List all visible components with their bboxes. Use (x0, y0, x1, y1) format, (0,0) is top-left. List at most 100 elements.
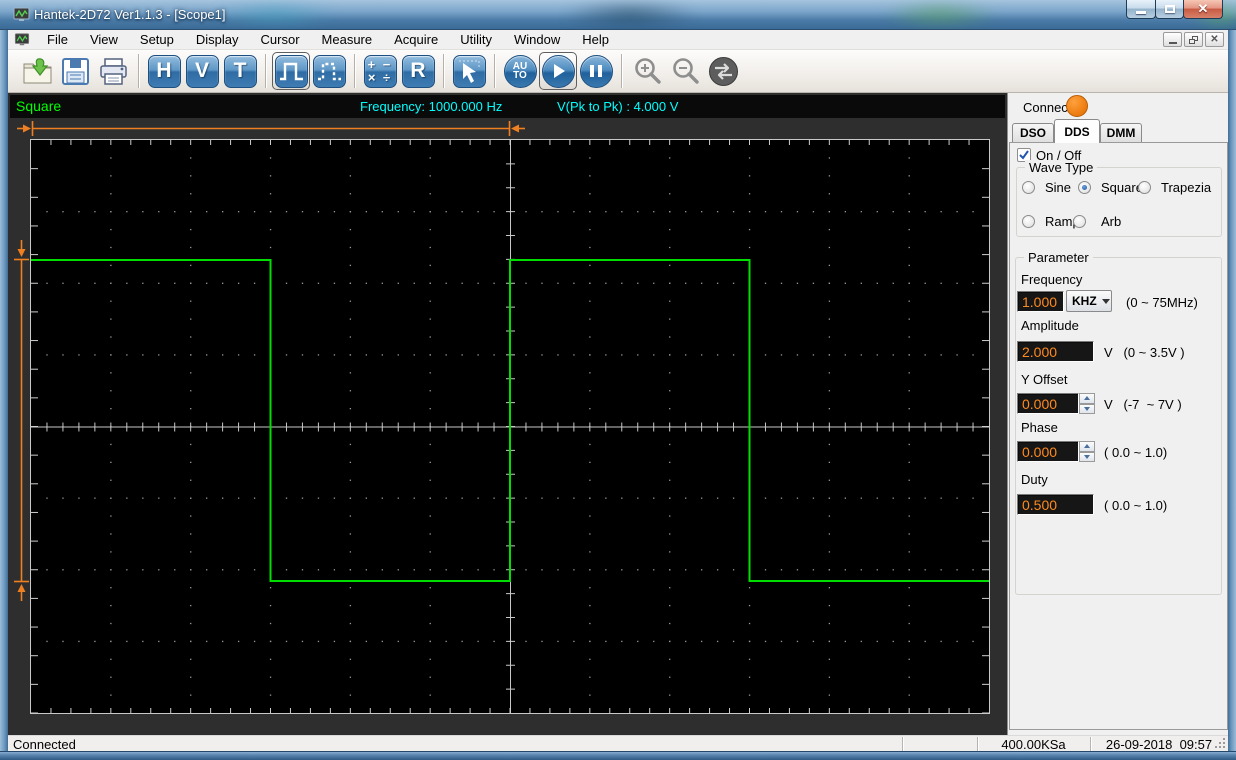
menu-bar: File View Setup Display Cursor Measure A… (8, 30, 1228, 50)
math-button[interactable]: + −× ÷ (361, 52, 399, 90)
swap-arrows-icon (707, 55, 740, 88)
radio-sine[interactable] (1022, 181, 1035, 194)
menu-help[interactable]: Help (571, 30, 620, 50)
phase-range: ( 0.0 ~ 1.0) (1104, 445, 1167, 460)
phase-spinner[interactable] (1079, 441, 1095, 462)
spin-down-button[interactable] (1079, 404, 1095, 415)
y-offset-range: V (-7 ~ 7V ) (1104, 397, 1182, 412)
save-floppy-icon (59, 55, 92, 88)
parameter-group: Parameter Frequency KHZ (0 ~ 75MHz) Ampl… (1015, 257, 1222, 595)
frequency-unit-select[interactable]: KHZ (1066, 290, 1112, 312)
print-button[interactable] (94, 52, 132, 90)
radio-ramp[interactable] (1022, 215, 1035, 228)
open-button[interactable] (18, 52, 56, 90)
frequency-input[interactable] (1017, 291, 1064, 312)
menu-view[interactable]: View (79, 30, 129, 50)
tab-dmm[interactable]: DMM (1100, 123, 1142, 143)
wave-type-group: Wave Type Sine Square Trapezia Ramp Arb (1016, 167, 1222, 237)
save-button[interactable] (56, 52, 94, 90)
maximize-button[interactable] (1155, 0, 1184, 19)
radio-square[interactable] (1078, 181, 1091, 194)
mdi-close-button[interactable]: ✕ (1205, 32, 1224, 47)
app-window: Hantek-2D72 Ver1.1.3 - [Scope1] ✕ File V… (0, 0, 1236, 760)
phase-input[interactable] (1017, 441, 1079, 462)
statusbar-divider (902, 737, 903, 751)
swap-button[interactable] (704, 52, 742, 90)
radio-arb-label[interactable]: Arb (1101, 214, 1121, 229)
run-button[interactable] (539, 52, 577, 90)
autoset-button[interactable]: AUTO (501, 52, 539, 90)
y-offset-input[interactable] (1017, 393, 1079, 414)
mdi-child-icon[interactable] (14, 32, 30, 47)
radio-square-label[interactable]: Square (1101, 180, 1143, 195)
menu-measure[interactable]: Measure (311, 30, 384, 50)
square-wave-icon (275, 55, 308, 88)
spin-up-button[interactable] (1079, 393, 1095, 404)
radio-trapezia[interactable] (1138, 181, 1151, 194)
mdi-minimize-button[interactable] (1163, 32, 1182, 47)
pause-icon (580, 55, 613, 88)
close-button[interactable]: ✕ (1183, 0, 1223, 19)
spin-down-button[interactable] (1079, 452, 1095, 463)
caption-buttons: ✕ (1127, 0, 1223, 19)
spin-up-icon (1084, 396, 1090, 400)
toolbar-separator (621, 54, 622, 88)
radio-sine-label[interactable]: Sine (1045, 180, 1071, 195)
menu-setup[interactable]: Setup (129, 30, 185, 50)
statusbar-divider (1090, 737, 1091, 751)
waveform-trace (31, 260, 989, 581)
y-offset-label: Y Offset (1021, 372, 1068, 387)
reference-icon: R (402, 55, 435, 88)
frequency-label: Frequency (1021, 272, 1082, 287)
menu-window[interactable]: Window (503, 30, 571, 50)
amplitude-input[interactable] (1017, 341, 1094, 362)
menu-acquire[interactable]: Acquire (383, 30, 449, 50)
play-icon (542, 55, 575, 88)
toolbar-separator (138, 54, 139, 88)
mdi-restore-button[interactable] (1184, 32, 1203, 47)
menu-cursor[interactable]: Cursor (250, 30, 311, 50)
toolbar-separator (443, 54, 444, 88)
spin-down-icon (1084, 455, 1090, 459)
menu-file[interactable]: File (36, 30, 79, 50)
phase-label: Phase (1021, 420, 1058, 435)
radio-arb[interactable] (1073, 215, 1086, 228)
zoom-out-button[interactable] (666, 52, 704, 90)
app-icon (13, 6, 30, 23)
vertical-button[interactable]: V (183, 52, 221, 90)
window-frame-left (0, 30, 8, 751)
trigger-button[interactable]: T (221, 52, 259, 90)
reference-button[interactable]: R (399, 52, 437, 90)
duty-label: Duty (1021, 472, 1048, 487)
horizontal-icon: H (148, 55, 181, 88)
tab-dds[interactable]: DDS (1054, 119, 1100, 143)
chevron-down-icon (1102, 299, 1110, 304)
autoset-icon: AUTO (504, 55, 537, 88)
window-title: Hantek-2D72 Ver1.1.3 - [Scope1] (34, 7, 226, 22)
menu-utility[interactable]: Utility (449, 30, 503, 50)
pause-button[interactable] (577, 52, 615, 90)
glass-reflection (880, 0, 1000, 30)
amplitude-label: Amplitude (1021, 318, 1079, 333)
minimize-icon (1136, 11, 1146, 14)
datetime: 26-09-2018 09:57 (1098, 737, 1220, 752)
minimize-button[interactable] (1126, 0, 1156, 19)
mdi-window-controls: ✕ (1163, 32, 1224, 47)
cursor-measure-button[interactable] (450, 52, 488, 90)
window-frame-bottom (0, 751, 1236, 760)
menu-display[interactable]: Display (185, 30, 250, 50)
duty-input[interactable] (1017, 494, 1094, 515)
zoom-in-button[interactable] (628, 52, 666, 90)
amplitude-range: V (0 ~ 3.5V ) (1104, 345, 1185, 360)
horizontal-button[interactable]: H (145, 52, 183, 90)
tab-dso[interactable]: DSO (1012, 123, 1054, 143)
title-bar[interactable]: Hantek-2D72 Ver1.1.3 - [Scope1] ✕ (0, 0, 1236, 30)
radio-trapezia-label[interactable]: Trapezia (1161, 180, 1211, 195)
scope-display[interactable] (30, 139, 990, 714)
spin-up-button[interactable] (1079, 441, 1095, 452)
zoom-in-icon (631, 55, 664, 88)
waveform-solid-button[interactable] (272, 52, 310, 90)
y-offset-spinner[interactable] (1079, 393, 1095, 414)
waveform-dashed-button[interactable] (310, 52, 348, 90)
resize-grip[interactable] (1214, 737, 1226, 749)
